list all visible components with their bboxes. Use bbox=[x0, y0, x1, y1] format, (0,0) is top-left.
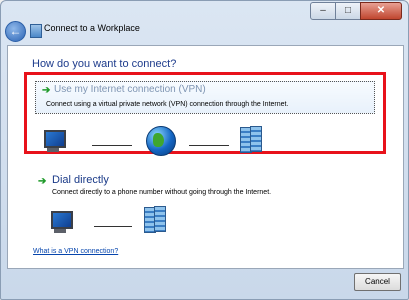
computer-icon bbox=[49, 209, 73, 235]
internet-globe-icon bbox=[146, 126, 176, 156]
page-heading: How do you want to connect? bbox=[32, 58, 177, 70]
network-connection-icon bbox=[30, 24, 42, 38]
connection-line bbox=[189, 145, 229, 146]
workplace-network-icon bbox=[240, 126, 262, 153]
option-vpn-button[interactable]: ➔ Use my Internet connection (VPN) Conne… bbox=[35, 81, 375, 114]
content-panel: How do you want to connect? ➔ Use my Int… bbox=[7, 45, 404, 269]
option-vpn-title: Use my Internet connection (VPN) bbox=[54, 84, 206, 95]
vpn-help-link[interactable]: What is a VPN connection? bbox=[33, 248, 118, 255]
window-title: Connect to a Workplace bbox=[44, 23, 140, 33]
dialog-window: – □ ✕ ← Connect to a Workplace How do yo… bbox=[0, 0, 409, 300]
maximize-button[interactable]: □ bbox=[335, 2, 361, 20]
cancel-button[interactable]: Cancel bbox=[354, 273, 401, 291]
option-vpn-description: Connect using a virtual private network … bbox=[46, 101, 289, 108]
minimize-button[interactable]: – bbox=[310, 2, 336, 20]
connection-line bbox=[94, 226, 132, 227]
option-dial-description[interactable]: Connect directly to a phone number witho… bbox=[52, 189, 271, 196]
title-bar: – □ ✕ ← Connect to a Workplace bbox=[1, 1, 408, 42]
green-arrow-icon: ➔ bbox=[38, 176, 47, 187]
close-button[interactable]: ✕ bbox=[360, 2, 402, 20]
green-arrow-icon: ➔ bbox=[42, 85, 51, 96]
back-arrow-button[interactable]: ← bbox=[5, 21, 26, 42]
workplace-network-icon bbox=[144, 206, 166, 233]
option-dial-title[interactable]: Dial directly bbox=[52, 174, 109, 186]
window-controls: – □ ✕ bbox=[310, 2, 402, 20]
connection-line bbox=[92, 145, 132, 146]
computer-icon bbox=[42, 128, 66, 154]
